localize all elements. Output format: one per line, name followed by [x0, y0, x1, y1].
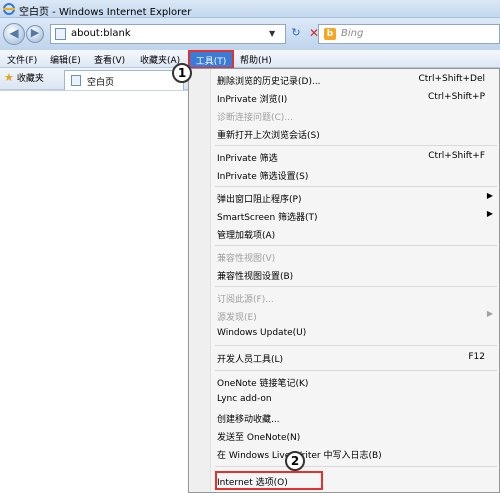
- menu-separator: [215, 245, 497, 246]
- menu-help[interactable]: 帮助(H): [240, 53, 272, 66]
- menu-separator: [215, 186, 497, 187]
- menu-item-popup-blocker[interactable]: 弹出窗口阻止程序(P) ▶: [217, 190, 497, 206]
- search-input[interactable]: b Bing: [318, 24, 500, 44]
- menu-item-smartscreen[interactable]: SmartScreen 筛选器(T) ▶: [217, 208, 497, 224]
- menu-item-lync-addon[interactable]: Lync add-on: [217, 392, 497, 408]
- address-text[interactable]: about:blank: [71, 28, 131, 39]
- menu-tools[interactable]: 工具(T): [188, 50, 234, 69]
- menu-item-subscribe-feed: 订阅此源(F)...: [217, 295, 274, 305]
- menu-item-compatibility-view: 兼容性视图(V): [217, 254, 276, 264]
- menu-item-inprivate-filtering-settings[interactable]: InPrivate 筛选设置(S): [217, 167, 497, 183]
- bing-icon: b: [324, 28, 336, 40]
- menu-item-send-to-onenote[interactable]: 发送至 OneNote(N): [217, 428, 497, 444]
- menu-separator: [215, 466, 497, 467]
- menu-item-diagnose-connection: 诊断连接问题(C)...: [217, 113, 293, 123]
- submenu-arrow-icon: ▶: [486, 191, 493, 200]
- menu-item-onenote-linked-notes[interactable]: OneNote 链接笔记(K): [217, 374, 497, 390]
- menu-item-reopen-session[interactable]: 重新打开上次浏览会话(S): [217, 126, 497, 142]
- tools-menu-dropdown: 删除浏览的历史记录(D)... Ctrl+Shift+Del InPrivate …: [188, 68, 500, 493]
- menu-item-inprivate-browsing[interactable]: InPrivate 浏览(I) Ctrl+Shift+P: [217, 90, 497, 106]
- menu-favorites[interactable]: 收藏夹(A): [140, 53, 180, 66]
- back-arrow-icon: ◀: [9, 26, 19, 40]
- menu-separator: [215, 286, 497, 287]
- ie-logo-icon: [3, 3, 15, 15]
- address-dropdown-icon[interactable]: ▼: [269, 29, 275, 38]
- menu-view[interactable]: 查看(V): [94, 53, 125, 66]
- menu-gutter: [189, 69, 211, 492]
- menu-item-manage-addons[interactable]: 管理加载项(A): [217, 226, 497, 242]
- menu-item-developer-tools[interactable]: 开发人员工具(L) F12: [217, 350, 497, 366]
- submenu-arrow-icon: ▶: [486, 309, 493, 318]
- page-icon: [55, 28, 66, 40]
- menu-item-create-mobile-favorite[interactable]: 创建移动收藏...: [217, 410, 497, 426]
- title-bar: 空白页 - Windows Internet Explorer: [0, 0, 500, 18]
- menu-separator: [215, 370, 497, 371]
- back-button[interactable]: ◀: [3, 23, 25, 45]
- tab-label: 空白页: [87, 78, 115, 88]
- refresh-button[interactable]: ↻: [288, 26, 304, 42]
- forward-arrow-icon: ▶: [30, 26, 40, 39]
- favorites-label: 收藏夹: [16, 74, 44, 84]
- step-callout-1: 1: [172, 63, 192, 83]
- window-title: 空白页 - Windows Internet Explorer: [19, 7, 192, 18]
- star-icon: ★: [4, 71, 14, 84]
- menu-file[interactable]: 文件(F): [7, 53, 37, 66]
- menu-edit[interactable]: 编辑(E): [50, 53, 81, 66]
- favorites-button[interactable]: ★ 收藏夹: [4, 71, 44, 87]
- address-bar[interactable]: about:blank ▼: [50, 24, 286, 44]
- page-icon: [71, 75, 81, 86]
- menu-item-feed-discovery: 源发现(E) ▶: [217, 309, 493, 323]
- forward-button[interactable]: ▶: [26, 25, 44, 43]
- menu-item-live-writer-blog[interactable]: 在 Windows Live Writer 中写入日志(B): [217, 446, 497, 462]
- menu-item-delete-history[interactable]: 删除浏览的历史记录(D)... Ctrl+Shift+Del: [217, 72, 497, 88]
- submenu-arrow-icon: ▶: [486, 209, 493, 218]
- menu-separator: [215, 345, 497, 346]
- highlight-box: [215, 471, 323, 490]
- menu-item-inprivate-filtering[interactable]: InPrivate 筛选 Ctrl+Shift+F: [217, 149, 497, 165]
- tab-blank-page[interactable]: 空白页: [64, 70, 184, 90]
- menu-item-compatibility-view-settings[interactable]: 兼容性视图设置(B): [217, 267, 497, 283]
- step-callout-2: 2: [285, 451, 305, 471]
- menu-item-windows-update[interactable]: Windows Update(U): [217, 326, 497, 342]
- menu-separator: [215, 145, 497, 146]
- search-placeholder: Bing: [341, 28, 364, 39]
